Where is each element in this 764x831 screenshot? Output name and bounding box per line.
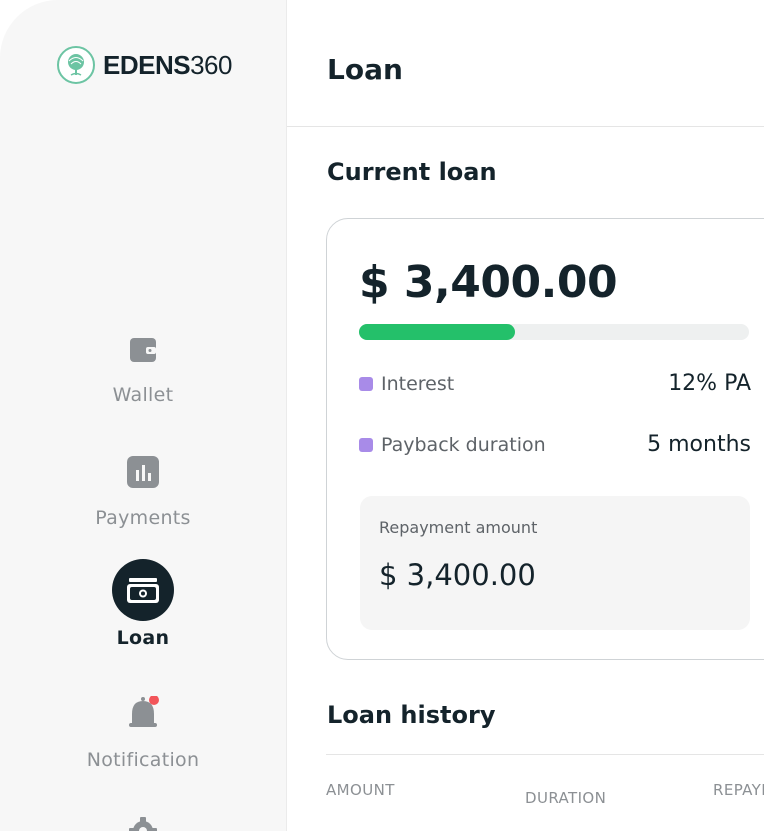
sidebar-item-payments[interactable]: Payments [0, 441, 286, 529]
sidebar-item-loan[interactable]: Loan [0, 559, 286, 649]
page-title: Loan [327, 53, 403, 86]
interest-dot [359, 376, 373, 391]
column-header-amount[interactable]: AMOUNT [326, 781, 395, 799]
sidebar-item-label: Notification [86, 749, 200, 771]
loan-progress-bar [359, 324, 749, 340]
brand-logo[interactable]: EDENS360 [57, 46, 232, 84]
column-header-repayment[interactable]: REPAYMENT [713, 781, 764, 799]
payback-duration-row: Payback duration 5 months [359, 432, 751, 457]
sidebar-item-notification[interactable]: Notification [0, 683, 286, 771]
loan-progress-fill [359, 324, 515, 340]
repayment-box: Repayment amount $ 3,400.00 [360, 496, 750, 630]
gear-icon [112, 800, 174, 831]
loan-amount: $ 3,400.00 [359, 257, 618, 308]
cash-icon [112, 559, 174, 621]
sidebar-item-label: Loan [116, 627, 170, 649]
loan-history-divider [326, 754, 764, 755]
bar-chart-icon [112, 441, 174, 503]
duration-label-group: Payback duration [359, 434, 546, 456]
main-content: Loan Current loan $ 3,400.00 Interest 12… [287, 0, 764, 831]
duration-label: Payback duration [381, 433, 546, 456]
sidebar: EDENS360 Wallet Payments Loan Notificati… [0, 0, 287, 831]
repayment-label: Repayment amount [379, 518, 538, 537]
column-header-duration[interactable]: DURATION [525, 789, 606, 807]
sidebar-item-label: Payments [95, 507, 191, 529]
sidebar-item-wallet[interactable]: Wallet [0, 318, 286, 406]
loan-history-title: Loan history [327, 701, 496, 729]
brand-name-bold: EDENS [103, 50, 191, 80]
interest-label-group: Interest [359, 373, 454, 395]
interest-row: Interest 12% PA [359, 371, 751, 396]
bell-icon [112, 683, 174, 745]
page-header: Loan [287, 0, 764, 127]
current-loan-card: $ 3,400.00 Interest 12% PA Payback durat… [326, 218, 764, 660]
current-loan-title: Current loan [327, 158, 497, 186]
tree-logo-icon [57, 46, 95, 84]
interest-value: 12% PA [668, 371, 751, 396]
repayment-value: $ 3,400.00 [379, 558, 536, 592]
duration-value: 5 months [647, 432, 751, 457]
wallet-icon [112, 318, 174, 380]
loan-app: EDENS360 Wallet Payments Loan Notificati… [0, 0, 764, 831]
brand-name-light: 360 [190, 50, 232, 80]
duration-dot [359, 437, 373, 452]
sidebar-item-settings[interactable] [0, 800, 286, 831]
interest-label: Interest [381, 372, 455, 395]
sidebar-item-label: Wallet [112, 384, 174, 406]
brand-wordmark: EDENS360 [103, 52, 232, 78]
